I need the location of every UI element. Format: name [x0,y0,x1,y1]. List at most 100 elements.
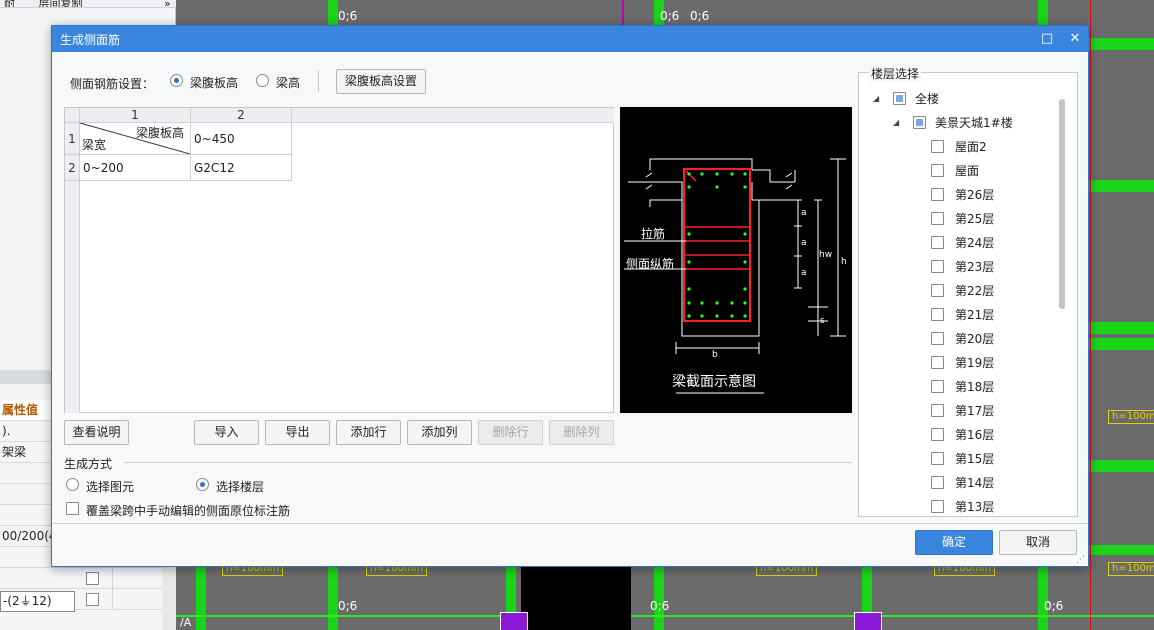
floor-item[interactable]: 第15层 [931,447,1051,471]
override-checkbox[interactable] [66,502,79,515]
add-row-button[interactable]: 添加行 [336,420,401,445]
radio-select-element[interactable] [66,478,79,491]
dim-a: a [801,208,807,218]
floor-list-scrollbar[interactable] [1059,99,1065,309]
property-checkbox[interactable] [86,572,99,585]
floor-checkbox[interactable] [931,236,944,249]
floor-item[interactable]: 第20层 [931,327,1051,351]
close-icon[interactable]: ✕ [1065,29,1085,49]
export-button[interactable]: 导出 [265,420,330,445]
checkbox-all-floors[interactable] [893,92,906,105]
cancel-button[interactable]: 取消 [999,530,1077,555]
floor-checkbox[interactable] [931,308,944,321]
property-row[interactable] [0,568,162,589]
floor-item[interactable]: 第21层 [931,303,1051,327]
floor-label: 第21层 [955,308,995,322]
floor-item[interactable]: 第22层 [931,279,1051,303]
floor-label: 第25层 [955,212,995,226]
delete-column-button[interactable]: 删除列 [549,420,614,445]
floor-item[interactable]: 屋面 [931,159,1051,183]
floor-item[interactable]: 第25层 [931,207,1051,231]
generate-mode-label: 生成方式 [64,457,113,471]
checkbox-building[interactable] [913,116,926,129]
floor-checkbox[interactable] [931,380,944,393]
radio-select-element-label[interactable]: 选择图元 [86,478,134,495]
floor-item[interactable]: 第18层 [931,375,1051,399]
floor-item[interactable]: 第17层 [931,399,1051,423]
tree-node-building[interactable]: ◢ 美景天城1#楼 [893,111,1053,135]
floor-item[interactable]: 第23层 [931,255,1051,279]
tab-floor-copy[interactable]: 层间复制 [39,0,83,7]
radio-select-floor[interactable] [196,478,209,491]
web-height-setting-button[interactable]: 梁腹板高设置 [336,69,426,94]
floor-label: 第23层 [955,260,995,274]
grid-cell[interactable]: 0~200 [80,155,191,181]
radio-beam-height[interactable] [256,74,269,87]
beam-line [1086,38,1154,50]
floor-item[interactable]: 屋面2 [931,135,1051,159]
floor-item[interactable]: 第19层 [931,351,1051,375]
floor-item[interactable]: 第26层 [931,183,1051,207]
axis-line [1090,0,1091,630]
rebar-grid[interactable]: 1 2 1 2 梁腹板高 梁宽 0~450 0~200 G2C12 [64,107,614,413]
floor-checkbox[interactable] [931,428,944,441]
dialog-titlebar[interactable]: 生成侧面筋 □ ✕ [52,26,1088,52]
beam-line [1086,338,1154,350]
expand-arrow-icon[interactable]: ◢ [893,111,899,135]
floor-checkbox[interactable] [931,452,944,465]
import-button[interactable]: 导入 [194,420,259,445]
expand-arrow-icon[interactable]: ◢ [873,87,879,111]
floor-checkbox[interactable] [931,284,944,297]
grid-cell[interactable]: G2C12 [191,155,292,181]
dim-a: a [801,268,807,278]
view-help-button[interactable]: 查看说明 [64,420,129,445]
resize-grip-icon[interactable]: ⋰ [1076,555,1085,565]
floor-checkbox[interactable] [931,332,944,345]
radio-select-floor-label[interactable]: 选择楼层 [216,478,264,495]
radio-web-height-label[interactable]: 梁腹板高 [190,74,238,91]
grid-col-header[interactable]: 2 [191,108,292,123]
floor-item[interactable]: 第13层 [931,495,1051,519]
dimension-label: 0;6 [338,9,358,23]
chevron-right-icon[interactable]: » [164,0,171,7]
grid-col-header[interactable]: 1 [80,108,191,123]
beam-line [1086,180,1154,192]
grid-row-header[interactable]: 1 [65,123,80,155]
radio-beam-height-label[interactable]: 梁高 [276,74,300,91]
maximize-icon[interactable]: □ [1037,29,1057,49]
add-column-button[interactable]: 添加列 [407,420,472,445]
floor-checkbox[interactable] [931,260,944,273]
floor-checkbox[interactable] [931,212,944,225]
floor-checkbox[interactable] [931,188,944,201]
property-field-input[interactable]: -(2⏚12) [0,591,75,612]
floor-checkbox[interactable] [931,404,944,417]
floor-item[interactable]: 第24层 [931,231,1051,255]
radio-web-height[interactable] [170,74,183,87]
floor-label: 第18层 [955,380,995,394]
ok-button[interactable]: 确定 [915,530,993,555]
axis-line [622,0,624,25]
beam-line [1086,322,1154,334]
beam-line [1086,460,1154,472]
floor-checkbox[interactable] [931,500,944,513]
floor-checkbox[interactable] [931,476,944,489]
floor-checkbox[interactable] [931,356,944,369]
grid-corner [65,108,80,123]
override-checkbox-label[interactable]: 覆盖梁跨中手动编辑的侧面原位标注筋 [86,502,290,519]
dim-h: h [841,257,847,267]
floor-item[interactable]: 第14层 [931,471,1051,495]
floor-checkbox[interactable] [931,164,944,177]
grid-row-header[interactable]: 2 [65,155,80,181]
dimension-label: 0;6 [650,599,670,613]
tab-prev[interactable]: 耐 [4,0,15,7]
tree-node-all[interactable]: ◢ 全楼 [873,87,1053,111]
dialog-title: 生成侧面筋 [60,33,121,47]
property-checkbox[interactable] [86,593,99,606]
generate-side-rebar-dialog: 生成侧面筋 □ ✕ 侧面钢筋设置： 梁腹板高 梁高 梁腹板高设置 1 2 1 2… [51,25,1089,567]
grid-cell[interactable]: 0~450 [191,123,292,155]
floor-item[interactable]: 第16层 [931,423,1051,447]
floor-checkbox[interactable] [931,140,944,153]
footer-divider [52,523,1088,524]
delete-row-button[interactable]: 删除行 [478,420,543,445]
floor-label: 第19层 [955,356,995,370]
